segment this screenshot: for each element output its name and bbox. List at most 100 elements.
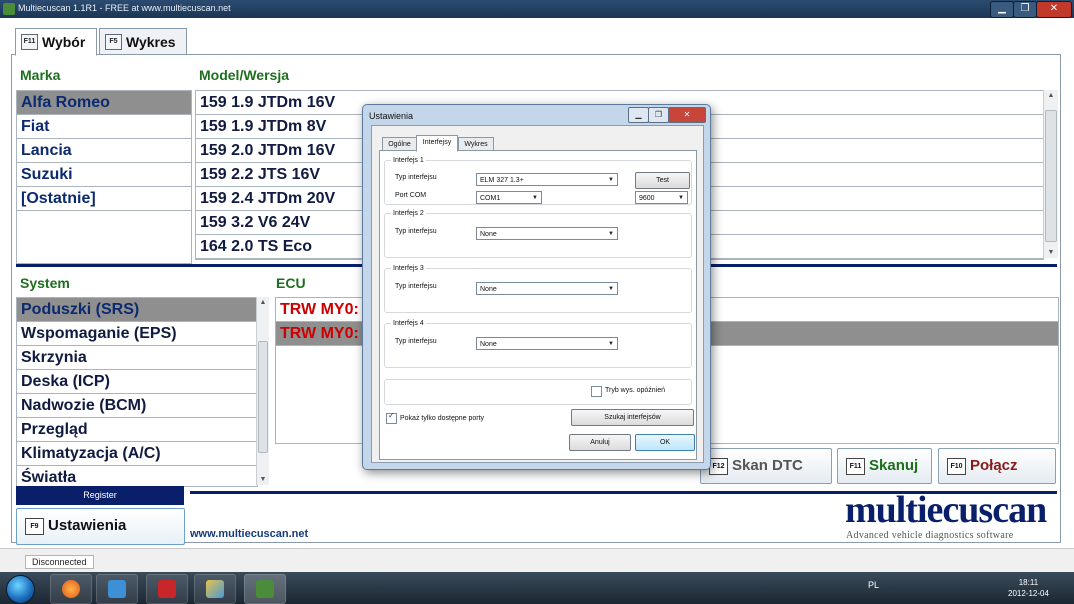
chevron-down-icon: ▼ bbox=[678, 195, 684, 201]
pokaz-porty-label: Pokaż tylko dostępne porty bbox=[400, 415, 485, 422]
tab-label: Wybór bbox=[42, 34, 86, 50]
system-list-item[interactable]: Klimatyzacja (A/C) bbox=[17, 442, 257, 466]
close-icon[interactable]: ✕ bbox=[1036, 1, 1072, 18]
skan-dtc-button[interactable]: F12 Skan DTC bbox=[700, 448, 832, 484]
marka-list-item[interactable]: Alfa Romeo bbox=[17, 91, 191, 115]
system-list-item[interactable]: Deska (ICP) bbox=[17, 370, 257, 394]
start-button-icon[interactable] bbox=[6, 575, 35, 604]
brand-tagline: Advanced vehicle diagnostics software bbox=[846, 530, 1014, 541]
clock-date: 2012-12-04 bbox=[1008, 589, 1049, 598]
ok-button[interactable]: OK bbox=[635, 434, 695, 451]
select-value: 9600 bbox=[639, 195, 655, 202]
interfejsy-tab-page: Interfejs 1 Typ interfejsu ELM 327 1.3+ ▼… bbox=[379, 150, 697, 460]
maximize-icon[interactable]: ❐ bbox=[1013, 1, 1037, 18]
skanuj-button[interactable]: F11 Skanuj bbox=[837, 448, 932, 484]
language-indicator[interactable]: PL bbox=[868, 580, 879, 590]
fkey-badge: F12 bbox=[709, 458, 728, 475]
baud-rate-select[interactable]: 9600 ▼ bbox=[635, 191, 688, 204]
taskbar-explorer-icon[interactable] bbox=[96, 574, 138, 604]
scroll-up-icon[interactable]: ▲ bbox=[1044, 92, 1058, 99]
minimize-icon[interactable]: ▁ bbox=[990, 1, 1014, 18]
system-list-item[interactable]: Nadwozie (BCM) bbox=[17, 394, 257, 418]
system-list-item[interactable]: Światła bbox=[17, 466, 257, 486]
fkey-badge: F5 bbox=[105, 34, 122, 50]
system-list-item[interactable]: Poduszki (SRS) bbox=[17, 298, 257, 322]
pokaz-porty-checkbox[interactable] bbox=[386, 411, 397, 424]
select-value: None bbox=[480, 341, 497, 348]
system-list-item[interactable]: Przegląd bbox=[17, 418, 257, 442]
select-value: ELM 327 1.3+ bbox=[480, 177, 524, 184]
status-bar: Disconnected bbox=[0, 548, 1074, 573]
taskbar-firefox-icon[interactable] bbox=[50, 574, 92, 604]
taskbar: PL 18:11 2012-12-04 bbox=[0, 572, 1074, 604]
taskbar-acrobat-icon[interactable] bbox=[146, 574, 188, 604]
marka-list-item[interactable]: Lancia bbox=[17, 139, 191, 163]
port-com-select[interactable]: COM1 ▼ bbox=[476, 191, 542, 204]
taskbar-paint-icon[interactable] bbox=[194, 574, 236, 604]
szukaj-interfejsow-button[interactable]: Szukaj interfejsów bbox=[571, 409, 694, 426]
system-list-item[interactable]: Wspomaganie (EPS) bbox=[17, 322, 257, 346]
settings-dialog: Ustawienia ▁ ❐ ✕ Ogólne Interfejsy Wykre… bbox=[362, 104, 711, 470]
system-header: System bbox=[20, 275, 70, 291]
model-header: Model/Wersja bbox=[199, 67, 289, 83]
skan-dtc-label: Skan DTC bbox=[732, 457, 803, 474]
group-legend: Interfejs 4 bbox=[393, 320, 424, 327]
clock-time: 18:11 bbox=[1018, 578, 1039, 587]
interfejs-3-type-select[interactable]: None ▼ bbox=[476, 282, 618, 295]
minimize-icon[interactable]: ▁ bbox=[628, 107, 649, 123]
typ-interfejsu-label: Typ interfejsu bbox=[395, 338, 437, 345]
maximize-icon[interactable]: ❐ bbox=[648, 107, 669, 123]
test-button[interactable]: Test bbox=[635, 172, 690, 189]
tryb-opoznien-label: Tryb wys. opóźnień bbox=[605, 387, 666, 394]
scroll-thumb[interactable] bbox=[1045, 110, 1057, 242]
system-scrollbar[interactable]: ▲ ▼ bbox=[256, 297, 269, 485]
scroll-down-icon[interactable]: ▼ bbox=[257, 476, 269, 483]
anuluj-button[interactable]: Anuluj bbox=[569, 434, 631, 451]
marka-list-item[interactable]: [Ostatnie] bbox=[17, 187, 191, 211]
model-scrollbar[interactable]: ▲ ▼ bbox=[1043, 90, 1058, 258]
scroll-up-icon[interactable]: ▲ bbox=[257, 299, 269, 306]
taskbar-multiecuscan-icon[interactable] bbox=[244, 574, 286, 604]
ecu-header: ECU bbox=[276, 275, 306, 291]
group-legend: Interfejs 2 bbox=[393, 210, 424, 217]
polacz-button[interactable]: F10 Połącz bbox=[938, 448, 1056, 484]
ustawienia-button[interactable]: F9 Ustawienia bbox=[16, 508, 185, 545]
typ-interfejsu-label: Typ interfejsu bbox=[395, 174, 437, 181]
tab-interfejsy[interactable]: Interfejsy bbox=[416, 135, 458, 152]
port-com-label: Port COM bbox=[395, 192, 427, 199]
polacz-label: Połącz bbox=[970, 457, 1018, 474]
chevron-down-icon: ▼ bbox=[608, 341, 614, 347]
interfejs-1-type-select[interactable]: ELM 327 1.3+ ▼ bbox=[476, 173, 618, 186]
marka-list[interactable]: Alfa Romeo Fiat Lancia Suzuki [Ostatnie] bbox=[16, 90, 192, 264]
scroll-thumb[interactable] bbox=[258, 341, 268, 453]
system-list-item[interactable]: Skrzynia bbox=[17, 346, 257, 370]
tab-label: Wykres bbox=[126, 34, 176, 50]
brand-logo: multiecuscan bbox=[845, 489, 1047, 531]
scroll-down-icon[interactable]: ▼ bbox=[1044, 249, 1058, 256]
group-legend: Interfejs 1 bbox=[393, 157, 424, 164]
window-title-bar: Multiecuscan 1.1R1 - FREE at www.multiec… bbox=[0, 0, 1074, 18]
fkey-badge: F10 bbox=[947, 458, 966, 475]
select-value: COM1 bbox=[480, 195, 501, 202]
website-link[interactable]: www.multiecuscan.net bbox=[190, 528, 308, 540]
fkey-badge: F11 bbox=[21, 34, 38, 50]
close-icon[interactable]: ✕ bbox=[668, 107, 706, 123]
window-title: Multiecuscan 1.1R1 - FREE at www.multiec… bbox=[18, 3, 231, 13]
taskbar-clock[interactable]: 18:11 2012-12-04 bbox=[1008, 577, 1049, 599]
fkey-badge: F11 bbox=[846, 458, 865, 475]
tryb-opoznien-checkbox[interactable] bbox=[591, 386, 602, 397]
tab-wybor[interactable]: F11 Wybór bbox=[15, 28, 97, 56]
tab-wykres[interactable]: F5 Wykres bbox=[99, 28, 187, 56]
marka-list-item[interactable]: Fiat bbox=[17, 115, 191, 139]
register-link[interactable]: Register bbox=[16, 486, 184, 505]
connection-status: Disconnected bbox=[25, 555, 94, 569]
ustawienia-label: Ustawienia bbox=[48, 517, 127, 534]
system-list[interactable]: Poduszki (SRS) Wspomaganie (EPS) Skrzynia D… bbox=[16, 297, 258, 487]
chevron-down-icon: ▼ bbox=[608, 286, 614, 292]
interfejs-4-type-select[interactable]: None ▼ bbox=[476, 337, 618, 350]
interfejs-2-type-select[interactable]: None ▼ bbox=[476, 227, 618, 240]
marka-list-item[interactable]: Suzuki bbox=[17, 163, 191, 187]
chevron-down-icon: ▼ bbox=[608, 231, 614, 237]
select-value: None bbox=[480, 231, 497, 238]
typ-interfejsu-label: Typ interfejsu bbox=[395, 228, 437, 235]
